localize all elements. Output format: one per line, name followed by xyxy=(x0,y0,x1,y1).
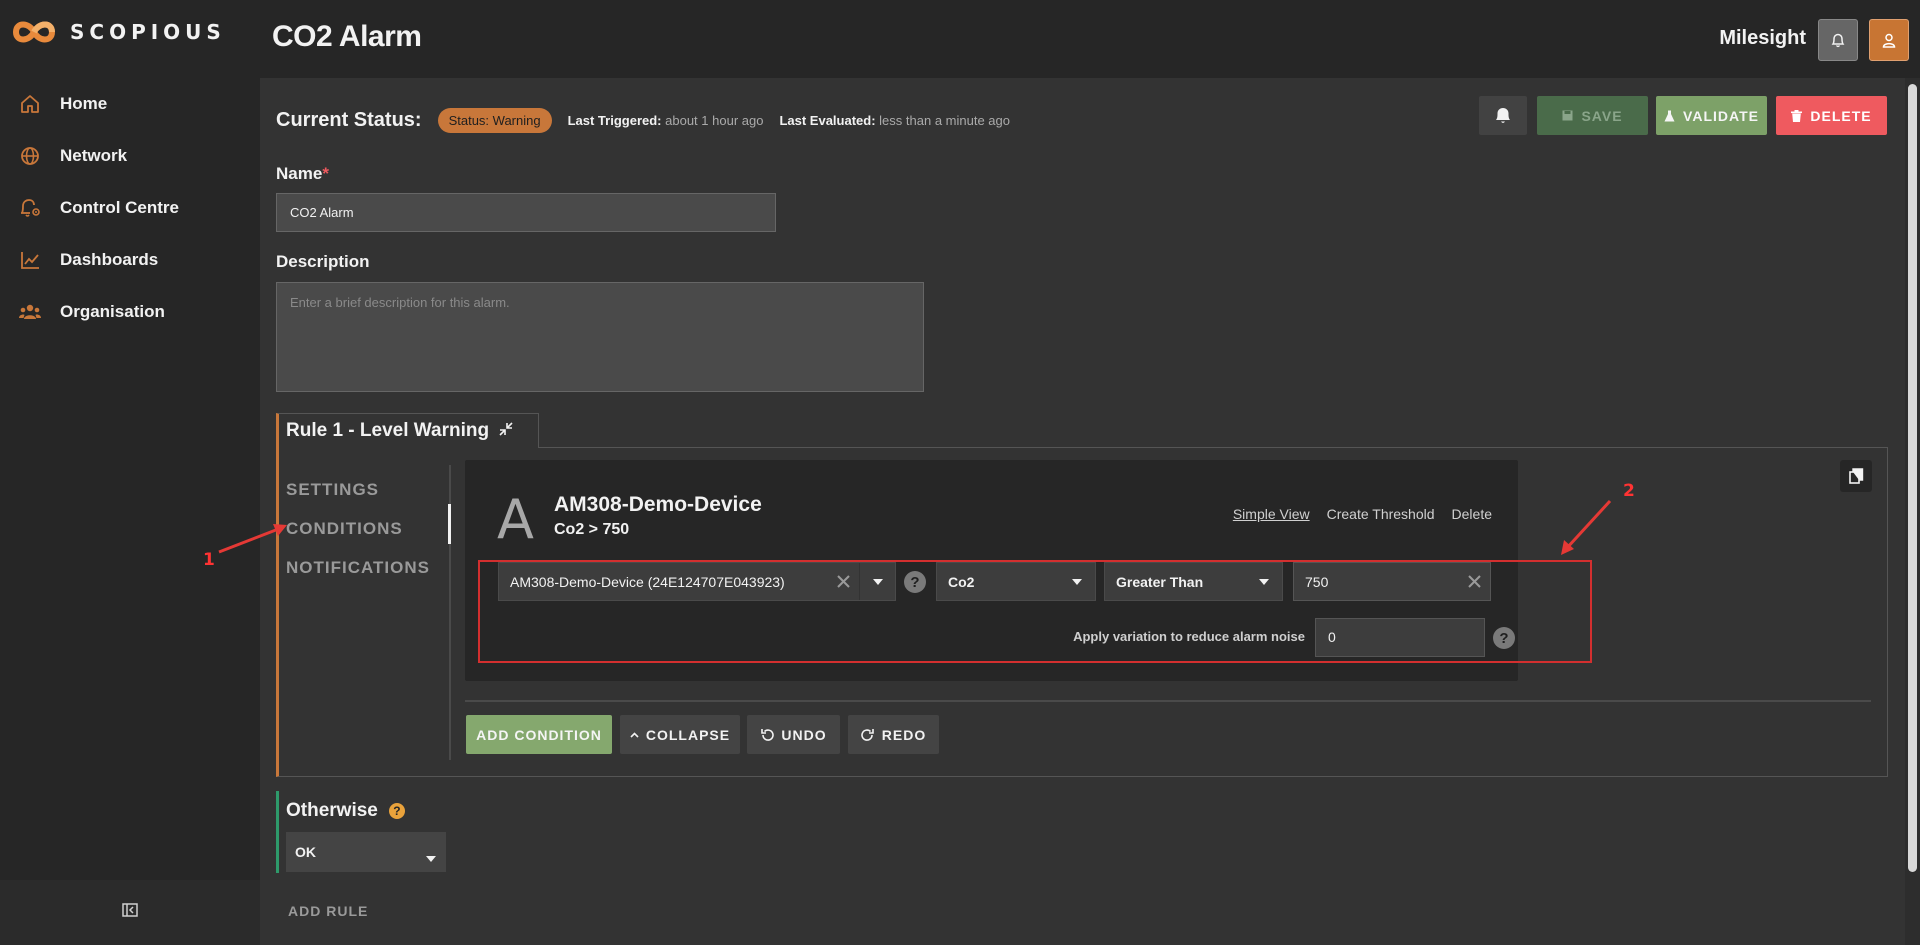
last-evaluated-value: less than a minute ago xyxy=(879,113,1010,128)
home-icon xyxy=(18,92,42,116)
line-chart-icon xyxy=(18,248,42,272)
organisation-name[interactable]: Milesight xyxy=(1719,27,1806,50)
annotation-number-2: 2 xyxy=(1623,481,1635,501)
page-title: CO2 Alarm xyxy=(272,20,422,53)
annotation-number-1: 1 xyxy=(203,550,215,570)
sidebar-item-home[interactable]: Home xyxy=(0,78,260,130)
users-icon xyxy=(18,300,42,324)
validate-button[interactable]: VALIDATE xyxy=(1656,96,1767,135)
trash-icon xyxy=(1791,109,1803,122)
validate-label: VALIDATE xyxy=(1683,107,1759,124)
add-rule-button[interactable]: ADD RULE xyxy=(288,903,368,919)
undo-button[interactable]: UNDO xyxy=(747,715,840,754)
collapse-sidebar-icon[interactable] xyxy=(122,903,138,922)
sidebar-footer xyxy=(0,880,260,945)
brand-logo[interactable]: SCOPIOUS xyxy=(12,18,226,46)
save-label: SAVE xyxy=(1581,107,1623,124)
delete-condition-link[interactable]: Delete xyxy=(1452,506,1492,522)
last-triggered-label: Last Triggered: xyxy=(567,113,662,128)
sidebar: SCOPIOUS Home Network Control Centre Das… xyxy=(0,0,260,945)
flask-icon xyxy=(1664,110,1675,121)
required-asterisk: * xyxy=(322,164,329,183)
otherwise-section: Otherwise ? OK xyxy=(276,791,456,873)
simple-view-link[interactable]: Simple View xyxy=(1233,506,1310,522)
undo-icon xyxy=(761,728,775,741)
last-triggered: Last Triggered: about 1 hour ago xyxy=(568,113,764,128)
otherwise-title: Otherwise ? xyxy=(286,800,405,822)
copy-icon xyxy=(1848,468,1863,484)
chevron-down-icon[interactable] xyxy=(426,849,436,865)
name-input[interactable]: CO2 Alarm xyxy=(276,193,776,232)
bell-icon xyxy=(1831,33,1845,47)
bell-icon xyxy=(1496,108,1510,123)
undo-label: UNDO xyxy=(781,726,827,743)
collapse-button[interactable]: COLLAPSE xyxy=(620,715,740,754)
redo-button[interactable]: REDO xyxy=(848,715,939,754)
rule-tab-conditions[interactable]: CONDITIONS xyxy=(286,509,430,548)
brand-name: SCOPIOUS xyxy=(70,20,226,44)
main-content: Current Status: Status: Warning Last Tri… xyxy=(260,78,1905,945)
redo-icon xyxy=(861,728,874,741)
otherwise-help-icon[interactable]: ? xyxy=(388,803,405,819)
globe-icon xyxy=(18,144,42,168)
active-tab-indicator xyxy=(448,504,451,544)
user-icon xyxy=(1882,33,1896,48)
otherwise-state-select[interactable]: OK xyxy=(286,832,446,872)
chevron-up-icon xyxy=(630,731,639,738)
sidebar-item-organisation[interactable]: Organisation xyxy=(0,286,260,338)
redo-label: REDO xyxy=(881,726,927,743)
save-button[interactable]: SAVE xyxy=(1537,96,1648,135)
sidebar-item-label: Dashboards xyxy=(60,250,159,269)
bell-gear-icon xyxy=(18,196,42,220)
name-label-text: Name xyxy=(276,164,323,183)
floppy-icon xyxy=(1562,110,1573,121)
sidebar-item-network[interactable]: Network xyxy=(0,130,260,182)
sidebar-item-label: Network xyxy=(60,146,128,165)
sidebar-nav: Home Network Control Centre Dashboards O… xyxy=(0,78,260,338)
last-evaluated: Last Evaluated: less than a minute ago xyxy=(779,113,1010,128)
conditions-divider xyxy=(465,700,1871,702)
condition-letter: A xyxy=(497,488,534,551)
top-header: CO2 Alarm Milesight xyxy=(260,0,1920,78)
description-textarea[interactable]: Enter a brief description for this alarm… xyxy=(276,282,924,392)
name-label: Name* xyxy=(276,164,329,184)
copy-rule-button[interactable] xyxy=(1840,460,1872,492)
current-status-label: Current Status: xyxy=(276,109,422,131)
last-triggered-value: about 1 hour ago xyxy=(665,113,764,128)
sidebar-item-label: Home xyxy=(60,94,108,113)
alarm-notifications-button[interactable] xyxy=(1479,96,1527,135)
user-menu-button[interactable] xyxy=(1869,19,1909,61)
delete-button[interactable]: DELETE xyxy=(1776,96,1887,135)
notifications-button[interactable] xyxy=(1818,19,1858,61)
sidebar-item-control-centre[interactable]: Control Centre xyxy=(0,182,260,234)
annotation-arrow-2 xyxy=(1561,499,1612,555)
status-row: Current Status: Status: Warning Last Tri… xyxy=(276,108,1026,133)
rule-section-nav: SETTINGS CONDITIONS NOTIFICATIONS xyxy=(286,470,430,587)
rule-tab-notifications[interactable]: NOTIFICATIONS xyxy=(286,548,430,587)
add-condition-button[interactable]: ADD CONDITION xyxy=(466,715,612,754)
description-label: Description xyxy=(276,252,370,271)
infinity-logo-icon xyxy=(12,21,56,43)
rule-tab[interactable]: Rule 1 - Level Warning xyxy=(276,413,539,448)
status-badge: Status: Warning xyxy=(437,108,552,133)
condition-links: Simple View Create Threshold Delete xyxy=(1233,506,1492,522)
rule-tab-settings[interactable]: SETTINGS xyxy=(286,470,430,509)
collapse-arrows-icon[interactable] xyxy=(499,421,513,441)
annotation-arrow-1 xyxy=(218,524,287,554)
sidebar-item-dashboards[interactable]: Dashboards xyxy=(0,234,260,286)
delete-label: DELETE xyxy=(1810,107,1872,124)
otherwise-state-value: OK xyxy=(295,844,316,860)
condition-device-name: AM308-Demo-Device xyxy=(554,493,762,516)
annotation-highlight-box xyxy=(478,560,1592,663)
rule-title: Rule 1 - Level Warning xyxy=(286,420,490,441)
otherwise-title-text: Otherwise xyxy=(286,800,378,821)
page-scrollbar-thumb[interactable] xyxy=(1908,84,1917,872)
sidebar-item-label: Control Centre xyxy=(60,198,179,217)
sidebar-item-label: Organisation xyxy=(60,302,165,321)
collapse-label: COLLAPSE xyxy=(645,726,731,743)
last-evaluated-label: Last Evaluated: xyxy=(779,113,876,128)
condition-expression: Co2 > 750 xyxy=(554,521,630,538)
create-threshold-link[interactable]: Create Threshold xyxy=(1327,506,1435,522)
